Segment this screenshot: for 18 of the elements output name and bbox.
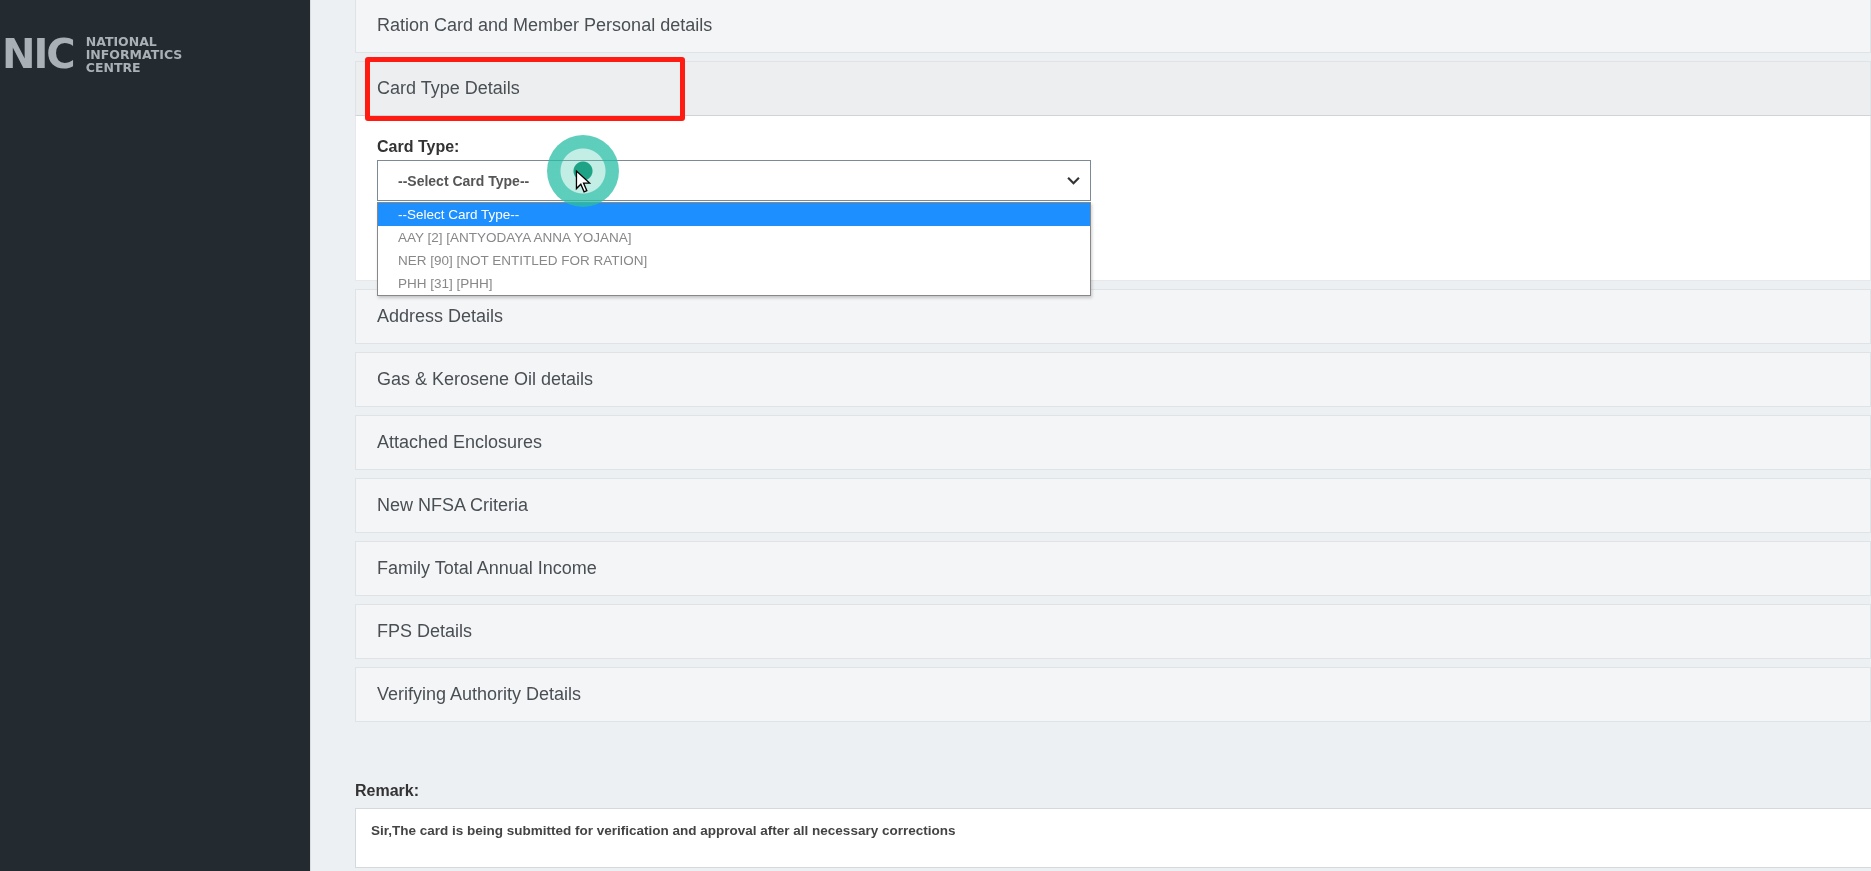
card-type-select[interactable]: --Select Card Type-- [377,160,1091,201]
cursor-icon [575,170,591,194]
remark-field[interactable]: Sir,The card is being submitted for verification and approval after all necessary corrections [355,808,1871,868]
section-header[interactable]: Family Total Annual Income [355,541,1871,596]
section-header[interactable]: Attached Enclosures [355,415,1871,470]
field-label: Card Type: [377,138,461,156]
dropdown-option[interactable]: AAY [2] [ANTYODAYA ANNA YOJANA] [378,226,1090,249]
section-header[interactable]: New NFSA Criteria [355,478,1871,533]
chevron-down-icon [1067,176,1080,185]
section-header[interactable]: Ration Card and Member Personal details [355,0,1871,53]
section-header[interactable]: Verifying Authority Details [355,667,1871,722]
section-header[interactable]: Gas & Kerosene Oil details [355,352,1871,407]
section-header[interactable]: FPS Details [355,604,1871,659]
dropdown-option[interactable]: NER [90] [NOT ENTITLED FOR RATION] [378,249,1090,272]
logo-text: NATIONAL INFORMATICS CENTRE [85,34,183,74]
field-label: Remark: [355,782,421,800]
section-header[interactable]: Card Type Details [355,61,1871,116]
logo-mark: NIC [2,34,74,74]
